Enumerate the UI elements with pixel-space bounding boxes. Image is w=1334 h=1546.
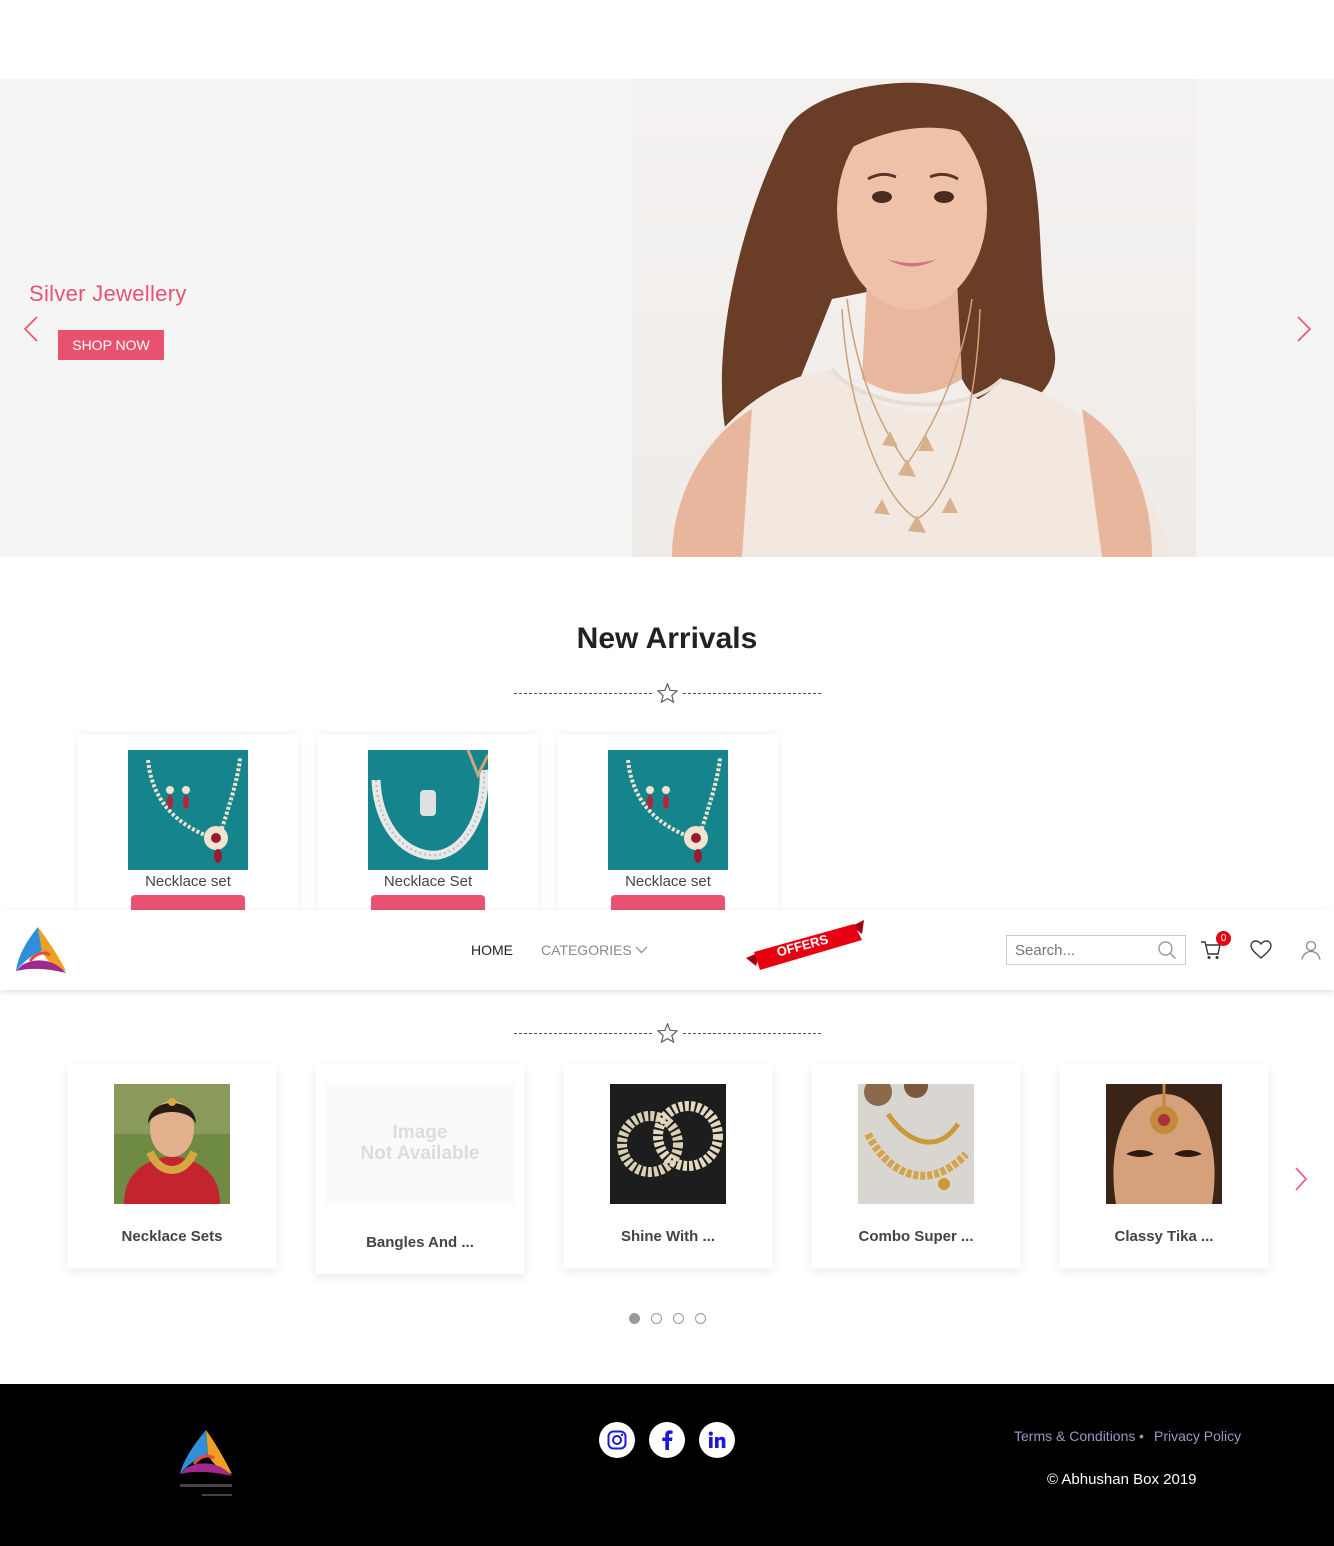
wishlist-button[interactable] [1249, 938, 1273, 962]
placeholder-text-line-2: Not Available [360, 1143, 480, 1164]
category-card[interactable]: Classy Tika ... [1060, 1064, 1268, 1268]
image-not-available-placeholder[interactable]: Image Not Available [326, 1084, 514, 1204]
hero-model-photo [632, 79, 1196, 557]
category-image[interactable] [858, 1084, 974, 1204]
footer-logo [176, 1428, 236, 1507]
section-divider [514, 1023, 821, 1043]
terms-link[interactable]: Terms & Conditions [1014, 1428, 1135, 1444]
facebook-icon [662, 1430, 673, 1450]
category-next-arrow[interactable] [1288, 1162, 1314, 1196]
hero-title: Silver Jewellery [29, 281, 187, 306]
category-card[interactable]: Necklace Sets [68, 1064, 276, 1268]
new-arrivals-title: New Arrivals [576, 622, 758, 655]
section-divider [514, 683, 821, 703]
product-card[interactable]: Necklace set [78, 735, 298, 935]
carousel-dot[interactable] [695, 1313, 706, 1324]
hero-next-arrow[interactable] [1291, 312, 1317, 346]
heart-icon [1250, 940, 1272, 959]
category-name: Classy Tika ... [1114, 1228, 1214, 1245]
linkedin-link[interactable] [699, 1422, 735, 1458]
nav-categories-dropdown[interactable]: CATEGORIES [541, 942, 648, 958]
star-icon [657, 1023, 678, 1043]
shop-now-button[interactable]: SHOP NOW [58, 330, 164, 360]
hero-prev-arrow[interactable] [18, 312, 44, 346]
category-name: Shine With ... [620, 1228, 716, 1245]
chevron-down-icon [635, 946, 648, 954]
account-button[interactable] [1299, 938, 1323, 962]
category-image[interactable] [610, 1084, 726, 1204]
brand-logo[interactable] [14, 925, 68, 980]
product-image[interactable] [128, 750, 248, 870]
search-box [1006, 935, 1186, 965]
facebook-link[interactable] [649, 1422, 685, 1458]
category-image[interactable] [114, 1084, 230, 1204]
privacy-link[interactable]: Privacy Policy [1154, 1428, 1241, 1444]
category-name: Necklace Sets [121, 1228, 223, 1245]
linkedin-icon [708, 1431, 726, 1448]
category-card[interactable]: Shine With ... [564, 1064, 772, 1268]
chevron-right-icon [1295, 1167, 1308, 1191]
logo-icon [180, 1430, 232, 1496]
footer-bullet: • [1139, 1428, 1144, 1444]
carousel-pagination [629, 1313, 706, 1324]
main-navbar: HOME CATEGORIES OFFERS [0, 910, 1334, 990]
product-name: Necklace Set [383, 873, 473, 890]
search-icon[interactable] [1157, 940, 1177, 960]
carousel-dot[interactable] [673, 1313, 684, 1324]
chevron-left-icon [23, 316, 38, 342]
product-card[interactable]: Necklace Set [318, 735, 538, 935]
category-name: Combo Super ... [858, 1228, 974, 1245]
copyright-text: © Abhushan Box 2019 [1047, 1471, 1197, 1488]
user-icon [1301, 940, 1321, 960]
category-image[interactable] [1106, 1084, 1222, 1204]
offers-link[interactable]: OFFERS [744, 918, 866, 974]
search-input[interactable] [1007, 937, 1155, 963]
product-image[interactable] [368, 750, 488, 870]
product-card[interactable]: Necklace set [558, 735, 778, 935]
footer: Terms & Conditions • Privacy Policy © Ab… [0, 1384, 1334, 1546]
star-icon [657, 683, 678, 703]
category-name: Bangles And ... [366, 1234, 474, 1251]
product-name: Necklace set [625, 873, 711, 890]
instagram-link[interactable] [599, 1422, 635, 1458]
instagram-icon [607, 1430, 627, 1450]
nav-home-link[interactable]: HOME [471, 942, 513, 958]
hero-banner: Silver Jewellery SHOP NOW [0, 79, 1334, 557]
logo-icon [16, 927, 66, 973]
category-card[interactable]: Combo Super ... [812, 1064, 1020, 1268]
carousel-dot[interactable] [629, 1313, 640, 1324]
category-card[interactable]: Image Not Available Bangles And ... [316, 1064, 524, 1274]
chevron-right-icon [1297, 316, 1312, 342]
placeholder-text-line-1: Image [392, 1122, 448, 1143]
carousel-dot[interactable] [651, 1313, 662, 1324]
product-name: Necklace set [145, 873, 231, 890]
cart-count-badge: 0 [1216, 931, 1231, 946]
nav-categories-label: CATEGORIES [541, 942, 632, 958]
product-image[interactable] [608, 750, 728, 870]
